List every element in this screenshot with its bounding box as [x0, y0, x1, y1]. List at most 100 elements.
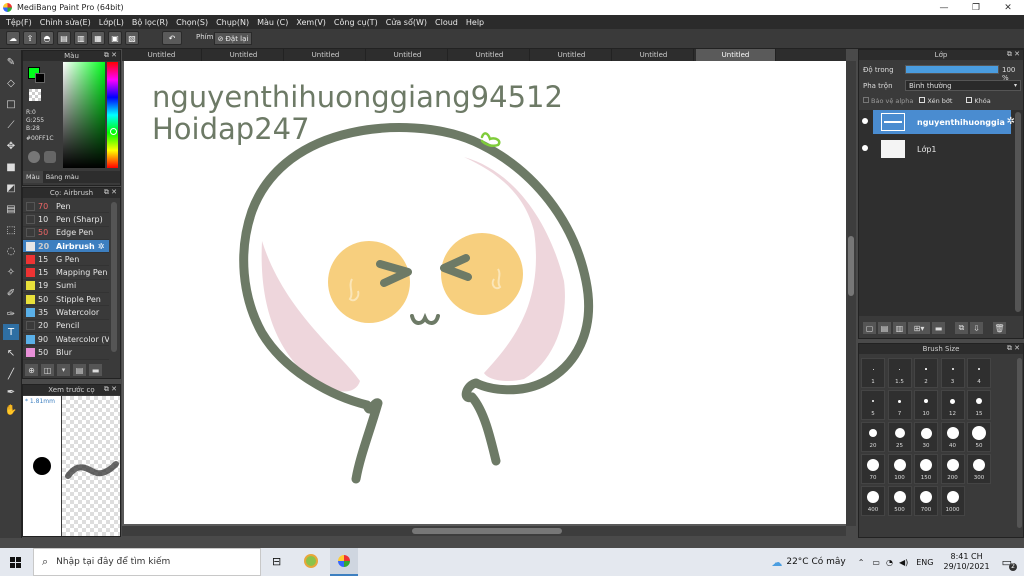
brush-size-option[interactable]: 150: [914, 454, 938, 484]
menu-file[interactable]: Tệp(F): [2, 18, 36, 27]
lock-checkbox[interactable]: Khóa: [966, 97, 991, 105]
tab-document-active[interactable]: Untitled: [696, 49, 776, 61]
visibility-icon[interactable]: [862, 145, 868, 151]
language-indicator[interactable]: ENG: [916, 558, 933, 567]
menu-help[interactable]: Help: [462, 18, 488, 27]
saturation-value-picker[interactable]: [63, 62, 105, 168]
brush-list-scrollbar[interactable]: [111, 202, 117, 352]
gradient-tool-icon[interactable]: ▤: [3, 201, 19, 217]
menu-snap[interactable]: Chụp(N): [212, 18, 253, 27]
folder-icon[interactable]: ▬: [89, 364, 102, 376]
list-icon[interactable]: ▣: [108, 31, 122, 45]
tab-document[interactable]: Untitled: [122, 49, 202, 61]
close-button[interactable]: ✕: [992, 0, 1024, 15]
trash-icon[interactable]: 🗑: [993, 322, 1006, 334]
brush-item-edge-pen[interactable]: 50 Edge Pen: [23, 227, 109, 240]
text-tool-icon[interactable]: T: [3, 324, 19, 340]
battery-icon[interactable]: ▭: [872, 558, 880, 567]
rect-select-icon[interactable]: □: [3, 96, 19, 112]
brush-item-watercolor-v[interactable]: 90 Watercolor (V: [23, 333, 109, 347]
horizontal-scrollbar[interactable]: [122, 526, 846, 536]
operation-tool-icon[interactable]: ↖: [3, 345, 19, 361]
brush-size-option[interactable]: 300: [967, 454, 991, 484]
brush-size-option[interactable]: 70: [861, 454, 885, 484]
brush-item-stipple-pen[interactable]: 50 Stipple Pen: [23, 293, 109, 307]
scroll-thumb[interactable]: [848, 236, 854, 296]
lasso-tool-icon[interactable]: ◌: [3, 243, 19, 259]
brush-size-option[interactable]: 700: [914, 486, 938, 516]
move-tool-icon[interactable]: ✥: [3, 138, 19, 154]
brush-size-option[interactable]: 4: [967, 358, 991, 388]
clock-time[interactable]: 8:41 CH: [950, 552, 982, 562]
brush-size-option[interactable]: 1000: [940, 486, 965, 516]
menu-window[interactable]: Cửa sổ(W): [382, 18, 431, 27]
tab-document[interactable]: Untitled: [450, 49, 530, 61]
volume-icon[interactable]: ◀): [899, 558, 908, 567]
brush-item-airbrush[interactable]: 20 Airbrush ✲: [23, 239, 109, 254]
layer-list-scrollbar[interactable]: [1015, 112, 1021, 312]
transparent-swatch[interactable]: [29, 89, 41, 101]
brush-size-option[interactable]: 3: [940, 358, 965, 388]
select-eraser-icon[interactable]: ✑: [3, 306, 19, 322]
menu-cloud[interactable]: Cloud: [431, 18, 462, 27]
brush-item-g-pen[interactable]: 15 G Pen: [23, 253, 109, 267]
scroll-thumb[interactable]: [412, 528, 562, 534]
add-brush-icon[interactable]: ⊕: [25, 364, 38, 376]
brush-size-option[interactable]: 100: [887, 454, 912, 484]
brush-size-option[interactable]: 12: [940, 390, 965, 420]
close-icon[interactable]: ⧉ ✕: [104, 385, 117, 394]
brush-size-scrollbar[interactable]: [1017, 358, 1022, 528]
tab-document[interactable]: Untitled: [532, 49, 612, 61]
brush-item-watercolor[interactable]: 35 Watercolor: [23, 306, 109, 320]
chevron-up-icon[interactable]: ⌃: [858, 558, 865, 567]
close-icon[interactable]: ⧉ ✕: [1007, 344, 1020, 353]
secondary-color-swatch[interactable]: [35, 73, 45, 83]
brush-size-option[interactable]: 15: [967, 390, 991, 420]
reset-button[interactable]: ⊘ Đặt lại: [214, 32, 252, 45]
weather-text[interactable]: 22°C Có mây: [786, 557, 845, 567]
close-icon[interactable]: ⧉ ✕: [1007, 50, 1020, 59]
protect-alpha-checkbox[interactable]: Bảo vệ alpha: [863, 97, 913, 105]
app-icon-green[interactable]: [304, 554, 318, 568]
close-icon[interactable]: ⧉ ✕: [104, 188, 117, 197]
duplicate-layer-icon[interactable]: ⧉: [955, 322, 968, 334]
hand-tool-icon[interactable]: ✋: [3, 402, 19, 418]
grid-icon[interactable]: ▦: [91, 31, 105, 45]
medibang-taskbar-icon[interactable]: [330, 548, 358, 576]
brush-size-option[interactable]: 30: [914, 422, 938, 452]
maximize-button[interactable]: ❐: [960, 0, 992, 15]
menu-filter[interactable]: Bộ lọc(R): [128, 18, 172, 27]
document-icon[interactable]: ▤: [57, 31, 71, 45]
layer-row-layer1[interactable]: Lớp1: [862, 137, 1011, 161]
vertical-scrollbar[interactable]: [846, 61, 856, 526]
windows-start-icon[interactable]: [10, 557, 21, 568]
brush-menu-icon[interactable]: ◫: [41, 364, 54, 376]
magic-wand-icon[interactable]: ✧: [3, 264, 19, 280]
brush-size-option[interactable]: 7: [887, 390, 912, 420]
brush-item-mapping-pen[interactable]: 15 Mapping Pen: [23, 266, 109, 280]
eyedropper-icon[interactable]: ✒: [3, 384, 19, 400]
tab-document[interactable]: Untitled: [614, 49, 694, 61]
network-icon[interactable]: ◔: [886, 558, 893, 567]
new-layer-icon[interactable]: ▢: [863, 322, 876, 334]
palette-icon[interactable]: [28, 151, 40, 163]
menu-view[interactable]: Xem(V): [292, 18, 330, 27]
tab-document[interactable]: Untitled: [204, 49, 284, 61]
menu-select[interactable]: Chọn(S): [172, 18, 212, 27]
brush-size-option[interactable]: 1: [861, 358, 885, 388]
brush-item-pencil[interactable]: 20 Pencil: [23, 320, 109, 333]
brush-item-blur[interactable]: 50 Blur: [23, 346, 109, 360]
hue-handle[interactable]: [110, 128, 117, 135]
new-8bit-layer-icon[interactable]: ▥: [893, 322, 906, 334]
gear-icon[interactable]: ✲: [1007, 116, 1015, 127]
visibility-icon[interactable]: [862, 118, 868, 124]
brush-size-option[interactable]: 500: [887, 486, 912, 516]
notification-icon[interactable]: ▭ 2: [1002, 556, 1017, 571]
layer-row-text[interactable]: nguyenthihuonggia ✲: [862, 110, 1015, 134]
hue-slider[interactable]: [107, 62, 118, 168]
brush-item-sumi[interactable]: 19 Sumi: [23, 280, 109, 294]
brush-size-option[interactable]: 10: [914, 390, 938, 420]
brush-size-option[interactable]: 50: [967, 422, 991, 452]
chat-icon[interactable]: ◓: [40, 31, 54, 45]
brush-size-option[interactable]: 1.5: [887, 358, 912, 388]
